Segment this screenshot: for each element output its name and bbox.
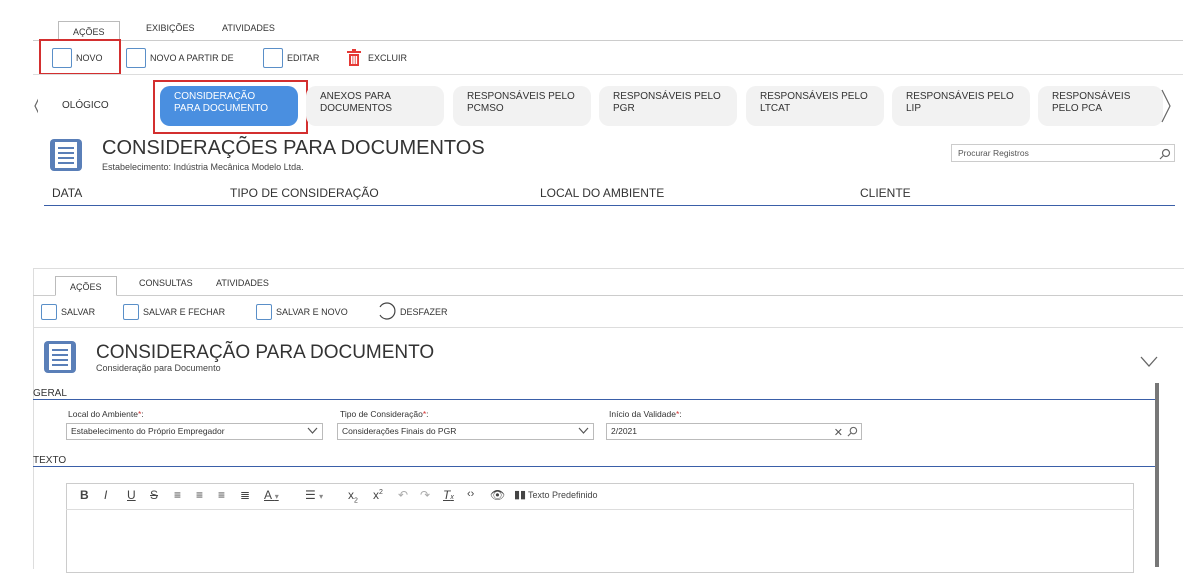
salvar-novo-button[interactable]: SALVAR E NOVO <box>256 301 348 323</box>
preview-icon[interactable]: 👁 <box>490 488 505 502</box>
highlight-novo <box>39 39 121 75</box>
tab-atividades-form[interactable]: ATIVIDADES <box>216 278 269 288</box>
collapse-chevron-icon[interactable] <box>1140 355 1158 373</box>
inicio-input[interactable]: 2/2021 ✕ <box>606 423 862 440</box>
form-document-icon <box>44 341 76 373</box>
align-left-icon[interactable]: ≡ <box>174 488 181 502</box>
tipo-value: Considerações Finais do PGR <box>342 426 457 436</box>
superscript-icon[interactable]: x2 <box>373 488 383 502</box>
save-icon <box>41 304 57 320</box>
col-data[interactable]: DATA <box>52 186 82 200</box>
editar-label: EDITAR <box>287 53 320 63</box>
chip-resp-pgr[interactable]: RESPONSÁVEIS PELO PGR <box>599 86 737 126</box>
search-icon[interactable] <box>1159 147 1171 165</box>
chip-resp-lip[interactable]: RESPONSÁVEIS PELO LIP <box>892 86 1030 126</box>
chevron-down-icon <box>578 427 589 437</box>
text-color-icon[interactable]: A ▾ <box>264 488 279 502</box>
section-texto: TEXTO <box>33 455 67 466</box>
tab-acoes[interactable]: AÇÕES <box>58 21 120 41</box>
novo-a-partir-label: NOVO A PARTIR DE <box>150 53 234 63</box>
list-header-line <box>44 205 1175 206</box>
editor-frame <box>66 483 1134 573</box>
search-placeholder: Procurar Registros <box>958 148 1029 158</box>
editor-toolbar-line <box>66 509 1134 510</box>
form-subtitle: Consideração para Documento <box>96 363 221 373</box>
underline-icon[interactable]: U <box>127 488 136 502</box>
strikethrough-icon[interactable]: S <box>150 488 158 502</box>
inicio-label: Início da Validade*: <box>609 409 682 419</box>
form-toolbar-divider <box>33 327 1183 328</box>
tipo-select[interactable]: Considerações Finais do PGR <box>337 423 594 440</box>
chip-resp-ltcat[interactable]: RESPONSÁVEIS PELO LTCAT <box>746 86 884 126</box>
col-local[interactable]: LOCAL DO AMBIENTE <box>540 186 664 200</box>
chevron-right-icon[interactable] <box>1160 88 1172 129</box>
align-right-icon[interactable]: ≡ <box>218 488 225 502</box>
bold-icon[interactable]: B <box>80 488 89 502</box>
excluir-button[interactable]: EXCLUIR <box>346 47 407 69</box>
page-title: CONSIDERAÇÕES PARA DOCUMENTOS <box>102 137 485 159</box>
novo-a-partir-button[interactable]: NOVO A PARTIR DE <box>126 47 234 69</box>
redo-icon[interactable]: ↷ <box>420 488 430 502</box>
desfazer-button[interactable]: DESFAZER <box>376 301 448 323</box>
salvar-fechar-button[interactable]: SALVAR E FECHAR <box>123 301 225 323</box>
toolbar-divider <box>33 74 1183 75</box>
save-new-icon <box>256 304 272 320</box>
salvar-fechar-label: SALVAR E FECHAR <box>143 307 226 317</box>
subscript-icon[interactable]: x2 <box>348 488 358 504</box>
chip-anexos[interactable]: ANEXOS PARA DOCUMENTOS <box>306 86 444 126</box>
inicio-value: 2/2021 <box>611 426 637 436</box>
list-icon[interactable]: ☰ ▾ <box>305 488 323 502</box>
editar-button[interactable]: EDITAR <box>263 47 319 69</box>
clear-format-icon[interactable]: Tx <box>443 488 454 502</box>
top-tabbar <box>33 40 1183 41</box>
tab-exibicoes[interactable]: EXIBIÇÕES <box>146 23 195 33</box>
align-center-icon[interactable]: ≡ <box>196 488 203 502</box>
salvar-button[interactable]: SALVAR <box>41 301 95 323</box>
bottom-tabbar <box>33 295 1183 296</box>
texto-predefinido-button[interactable]: Texto Predefinido <box>528 490 598 500</box>
col-tipo[interactable]: TIPO DE CONSIDERAÇÃO <box>230 186 379 200</box>
page-subtitle: Estabelecimento: Indústria Mecânica Mode… <box>102 162 304 172</box>
desfazer-label: DESFAZER <box>400 307 448 317</box>
chevron-down-icon <box>307 427 318 437</box>
col-cliente[interactable]: CLIENTE <box>860 186 911 200</box>
search-icon[interactable] <box>847 426 858 439</box>
texto-line <box>33 466 1155 467</box>
chip-resp-pcmso[interactable]: RESPONSÁVEIS PELO PCMSO <box>453 86 591 126</box>
highlight-chip <box>153 80 308 134</box>
undo-icon[interactable]: ↶ <box>398 488 408 502</box>
scrollbar[interactable] <box>1155 383 1159 567</box>
excluir-label: EXCLUIR <box>368 53 408 63</box>
clear-icon[interactable]: ✕ <box>834 426 843 439</box>
binoculars-icon[interactable]: ▮▮ <box>514 488 526 501</box>
search-field[interactable]: Procurar Registros <box>951 144 1175 162</box>
tipo-label: Tipo de Consideração*: <box>340 409 429 419</box>
chip-ologico[interactable]: OLÓGICO <box>38 86 148 126</box>
chip-resp-pca[interactable]: RESPONSÁVEIS PELO PCA <box>1038 86 1163 126</box>
list-document-icon <box>50 139 82 171</box>
copy-document-icon <box>126 48 146 68</box>
local-value: Estabelecimento do Próprio Empregador <box>71 426 225 436</box>
tab-consultas[interactable]: CONSULTAS <box>139 278 193 288</box>
italic-icon[interactable]: I <box>104 488 107 502</box>
form-title: CONSIDERAÇÃO PARA DOCUMENTO <box>96 342 435 363</box>
local-select[interactable]: Estabelecimento do Próprio Empregador <box>66 423 323 440</box>
tab-acoes-form[interactable]: AÇÕES <box>55 276 117 296</box>
salvar-label: SALVAR <box>61 307 96 317</box>
trash-icon <box>346 49 362 67</box>
section-geral: GERAL <box>33 388 67 399</box>
save-close-icon <box>123 304 139 320</box>
align-justify-icon[interactable]: ≣ <box>240 488 250 502</box>
undo-icon <box>376 301 396 323</box>
local-label: Local do Ambiente*: <box>68 409 144 419</box>
tab-atividades[interactable]: ATIVIDADES <box>222 23 275 33</box>
salvar-novo-label: SALVAR E NOVO <box>276 307 348 317</box>
geral-line <box>33 399 1155 400</box>
code-icon[interactable]: ‹› <box>467 488 474 500</box>
edit-icon <box>263 48 283 68</box>
